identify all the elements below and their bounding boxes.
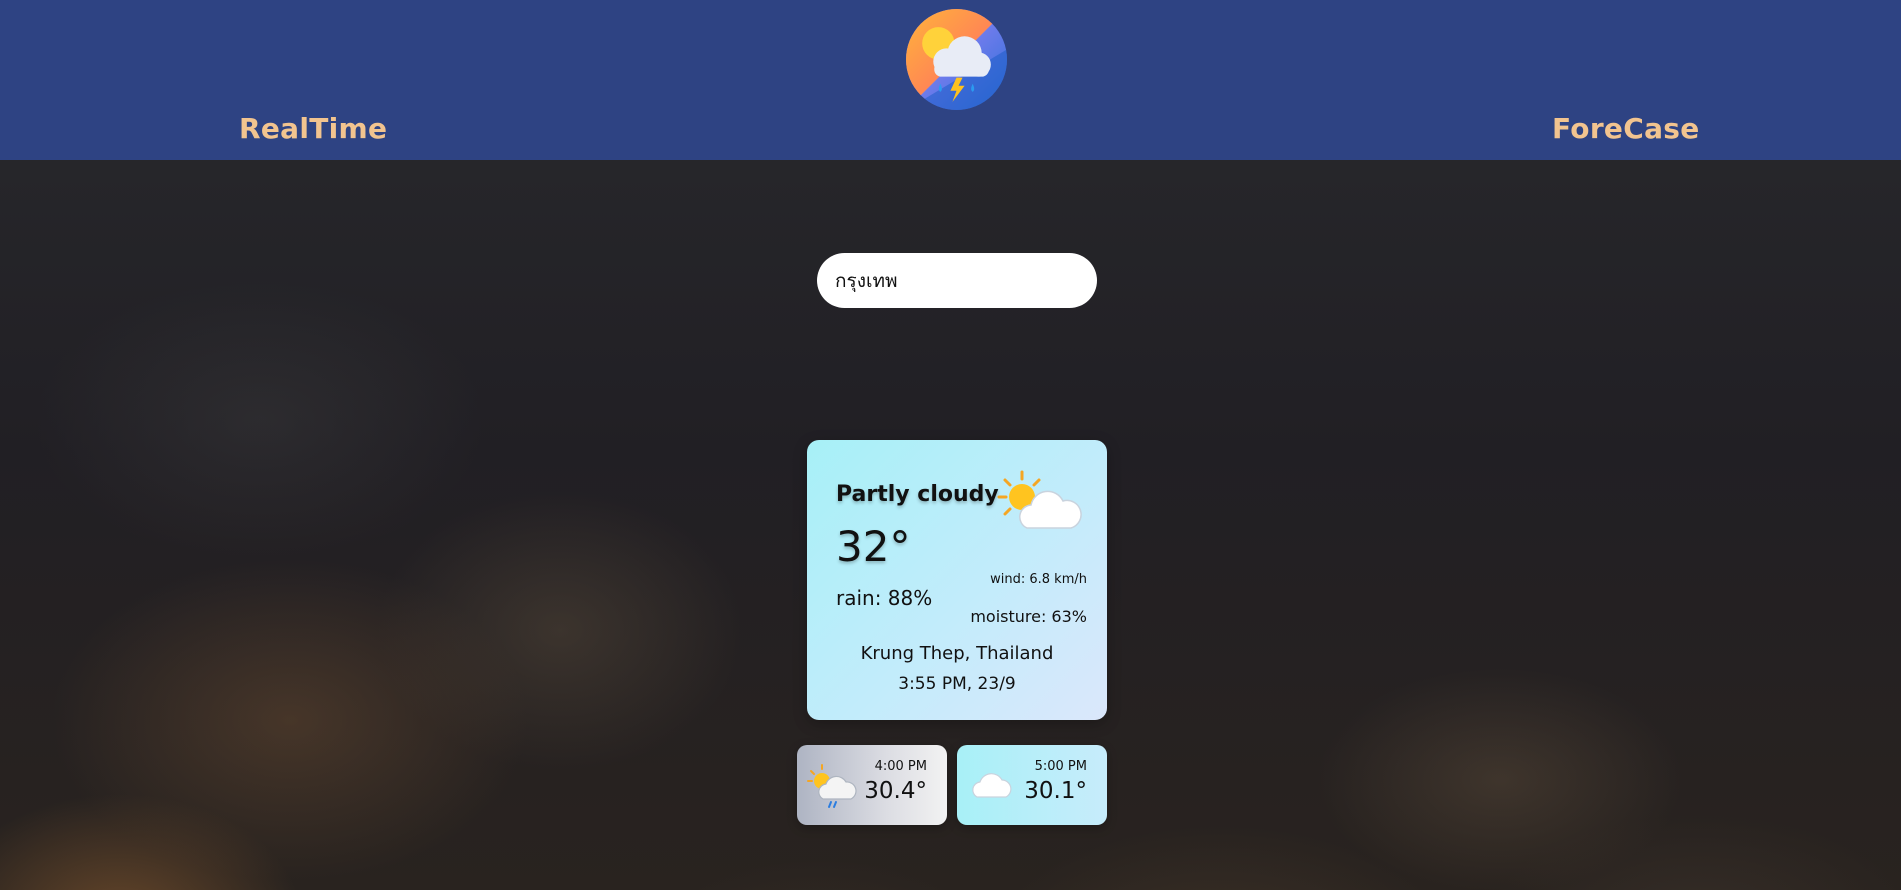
- partly-cloudy-icon: [997, 470, 1082, 529]
- rain-sun-icon: [807, 764, 857, 808]
- hour-temperature: 30.1°: [1024, 778, 1087, 804]
- rain-chance: rain: 88%: [836, 586, 933, 610]
- weather-logo-icon[interactable]: [906, 9, 1007, 110]
- hour-temperature: 30.4°: [864, 778, 927, 804]
- moisture-level: moisture: 63%: [970, 607, 1087, 626]
- location-name: Krung Thep, Thailand: [860, 643, 1054, 664]
- hourly-forecast-card[interactable]: 5:00 PM 30.1°: [957, 745, 1107, 825]
- top-header: RealTime ForeCase: [0, 0, 1901, 160]
- current-weather-card: Partly cloudy 32° wind: 6.8 km/h rain: 8…: [807, 440, 1107, 720]
- temperature-value: 32°: [836, 522, 911, 571]
- date-time: 3:55 PM, 23/9: [898, 674, 1016, 694]
- hour-time: 5:00 PM: [1034, 759, 1087, 774]
- hour-time: 4:00 PM: [874, 759, 927, 774]
- nav-realtime-link[interactable]: RealTime: [239, 112, 387, 145]
- nav-forecast-link[interactable]: ForeCase: [1552, 112, 1700, 145]
- hourly-forecast-card[interactable]: 4:00 PM 30.4°: [797, 745, 947, 825]
- wind-speed: wind: 6.8 km/h: [990, 572, 1087, 587]
- weather-condition: Partly cloudy: [836, 482, 999, 507]
- cloud-icon: [972, 773, 1012, 798]
- city-search-input[interactable]: [817, 253, 1097, 308]
